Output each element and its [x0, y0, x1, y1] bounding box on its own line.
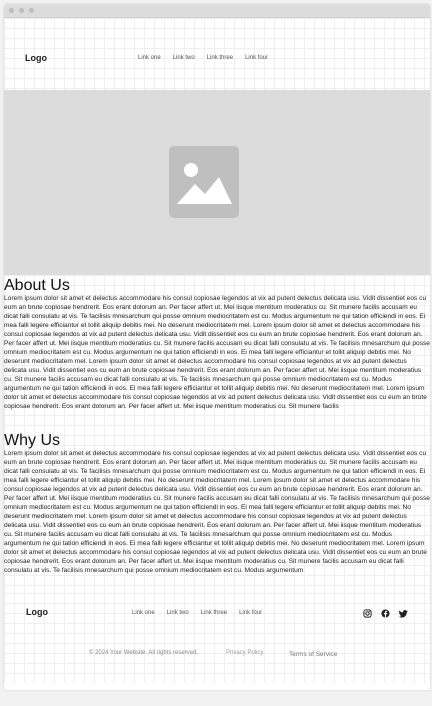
window-close-dot[interactable]: [9, 8, 14, 13]
privacy-policy-link[interactable]: Privacy Policy: [226, 650, 263, 656]
nav-link-one[interactable]: Link one: [138, 55, 161, 61]
nav-link-two[interactable]: Link two: [173, 55, 195, 61]
terms-of-service-link[interactable]: Terms of Service: [289, 651, 337, 658]
main-content: About Us Lorem ipsum dolor sit amet et d…: [4, 275, 430, 593]
about-text: Lorem ipsum dolor sit amet et delectus a…: [4, 295, 430, 410]
twitter-icon[interactable]: [399, 609, 408, 618]
footer-link-four[interactable]: Link four: [239, 610, 262, 616]
header-logo[interactable]: Logo: [25, 53, 47, 63]
window-titlebar: [4, 4, 430, 18]
why-section: Why Us Lorem ipsum dolor sit amet et del…: [4, 432, 430, 575]
social-links: [363, 609, 408, 618]
image-placeholder-icon: [169, 146, 239, 218]
footer-link-three[interactable]: Link three: [201, 610, 227, 616]
facebook-icon[interactable]: [381, 609, 390, 618]
site-header: Logo Link one Link two Link three Link f…: [4, 18, 430, 90]
why-text: Lorem ipsum dolor sit amet et delectus a…: [4, 450, 430, 574]
copyright-text: © 2024 Your Website. All rights reserved…: [89, 650, 199, 656]
footer-nav: Link one Link two Link three Link four: [132, 610, 262, 616]
footer-link-one[interactable]: Link one: [132, 610, 155, 616]
about-section: About Us Lorem ipsum dolor sit amet et d…: [4, 277, 430, 411]
browser-window: Logo Link one Link two Link three Link f…: [4, 4, 430, 690]
site-footer: Logo Link one Link two Link three Link f…: [4, 593, 430, 683]
header-nav: Link one Link two Link three Link four: [138, 55, 268, 61]
hero-banner: [4, 90, 430, 275]
window-minimize-dot[interactable]: [19, 8, 24, 13]
about-heading: About Us: [4, 277, 70, 294]
footer-logo[interactable]: Logo: [26, 607, 48, 617]
window-maximize-dot[interactable]: [29, 8, 34, 13]
footer-link-two[interactable]: Link two: [167, 610, 189, 616]
instagram-icon[interactable]: [363, 609, 372, 618]
why-heading: Why Us: [4, 432, 60, 449]
nav-link-three[interactable]: Link three: [207, 55, 233, 61]
nav-link-four[interactable]: Link four: [245, 55, 268, 61]
